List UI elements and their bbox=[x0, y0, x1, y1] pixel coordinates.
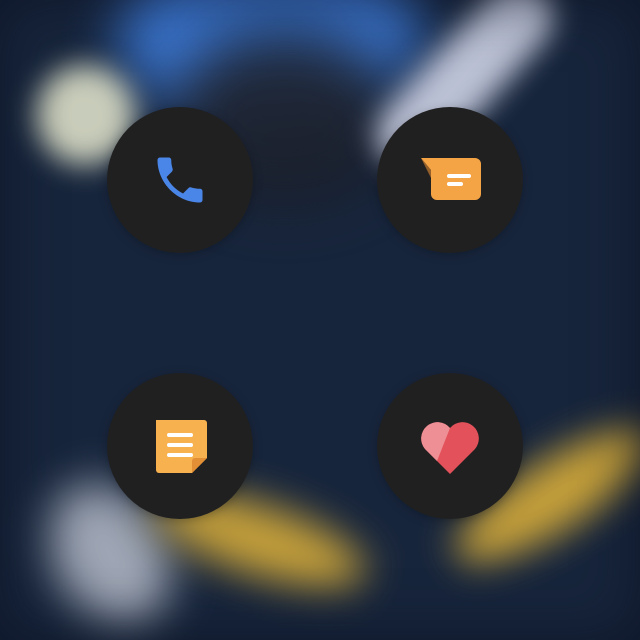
phone-icon bbox=[157, 157, 203, 203]
blurred-wallpaper bbox=[0, 0, 640, 640]
notes-app-button[interactable] bbox=[107, 373, 253, 519]
wallpaper-vignette bbox=[0, 0, 640, 640]
heart-icon bbox=[421, 422, 479, 474]
message-bubble-icon bbox=[421, 158, 481, 200]
app-launcher-screen bbox=[0, 0, 640, 640]
note-icon bbox=[156, 420, 207, 473]
phone-app-button[interactable] bbox=[107, 107, 253, 253]
messages-app-button[interactable] bbox=[377, 107, 523, 253]
health-app-button[interactable] bbox=[377, 373, 523, 519]
